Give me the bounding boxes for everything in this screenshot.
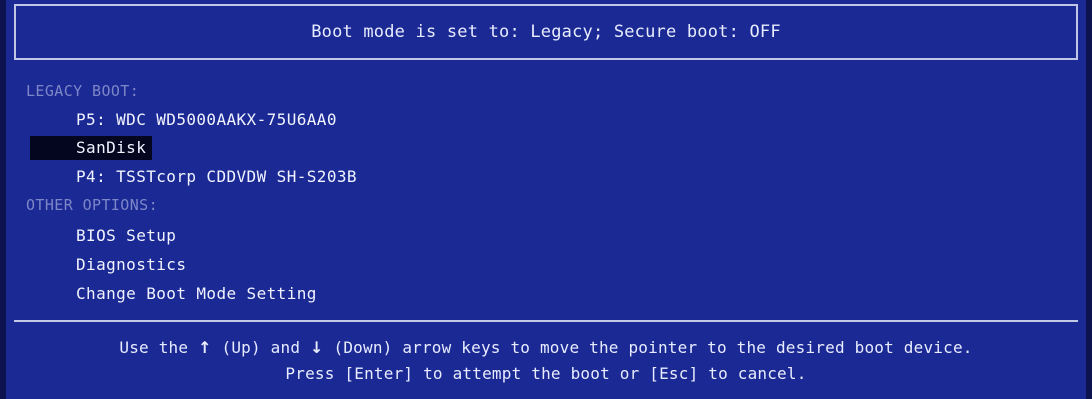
instruction-text-b: (Up) and <box>221 338 301 357</box>
boot-device-dvd[interactable]: P4: TSSTcorp CDDVDW SH-S203B <box>76 165 363 189</box>
boot-menu: LEGACY BOOT: P5: WDC WD5000AAKX-75U6AA0 … <box>16 64 1076 316</box>
up-arrow-icon: ↑ <box>198 338 212 357</box>
diagnostics-option[interactable]: Diagnostics <box>76 253 192 277</box>
legacy-boot-section-label: LEGACY BOOT: <box>26 82 140 100</box>
navigation-instructions: Use the ↑ (Up) and ↓ (Down) arrow keys t… <box>14 338 1078 358</box>
footer-divider <box>14 320 1078 322</box>
boot-mode-header: Boot mode is set to: Legacy; Secure boot… <box>14 4 1078 60</box>
change-boot-mode-option[interactable]: Change Boot Mode Setting <box>76 282 323 306</box>
instruction-text-a: Use the <box>119 338 189 357</box>
boot-menu-screen: Boot mode is set to: Legacy; Secure boot… <box>0 0 1092 399</box>
enter-esc-instructions: Press [Enter] to attempt the boot or [Es… <box>285 364 807 383</box>
other-options-section-label: OTHER OPTIONS: <box>26 196 159 214</box>
boot-mode-title: Boot mode is set to: Legacy; Secure boot… <box>311 22 781 42</box>
instructions-footer: Use the ↑ (Up) and ↓ (Down) arrow keys t… <box>14 326 1078 396</box>
down-arrow-icon: ↓ <box>310 338 324 357</box>
boot-device-hdd[interactable]: P5: WDC WD5000AAKX-75U6AA0 <box>76 108 343 132</box>
instruction-text-c: (Down) arrow keys to move the pointer to… <box>333 338 973 357</box>
boot-device-sandisk[interactable]: SanDisk <box>30 136 153 160</box>
bios-setup-option[interactable]: BIOS Setup <box>76 224 182 248</box>
